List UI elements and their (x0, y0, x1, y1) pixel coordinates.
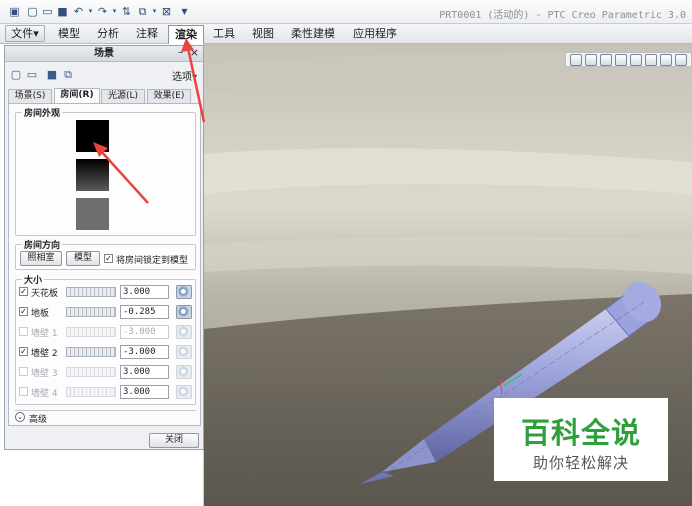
tab-render[interactable]: 渲染 (168, 25, 204, 44)
wall-2-checkbox[interactable]: ✓ (19, 347, 28, 356)
wall-4-slider[interactable] (66, 387, 116, 397)
tab-annotate[interactable]: 注释 (129, 25, 165, 44)
zoom-out-icon[interactable] (600, 54, 612, 66)
datum-display-icon[interactable] (675, 54, 687, 66)
wall-2-value-input[interactable]: -3.000 (120, 345, 169, 359)
room-orientation-group: 房间方向 照相室 模型 ✓ 将房间锁定到模型 (15, 238, 196, 270)
wall-2-slider[interactable] (66, 347, 116, 357)
wall-2-label: 墙壁 2 (31, 349, 58, 359)
tab-view[interactable]: 视图 (245, 25, 281, 44)
room-appearance-swatch-selected[interactable] (76, 120, 109, 152)
ceiling-label: 天花板 (31, 289, 59, 299)
floor-slider[interactable] (66, 307, 116, 317)
new-file-icon[interactable]: ▢ (26, 5, 39, 18)
view-toolbar (565, 52, 692, 67)
ribbon-tabs: 文件▾ 模型 分析 注释 渲染 工具 视图 柔性建模 应用程序 (0, 24, 692, 44)
customize-dropdown-icon[interactable]: ▼ (178, 5, 191, 18)
tab-tools[interactable]: 工具 (206, 25, 242, 44)
room-tab-panel: 房间外观 房间方向 照相室 模型 ✓ 将房间锁定到模型 大小 ✓ 天花板 3.0… (8, 103, 201, 426)
ceiling-checkbox[interactable]: ✓ (19, 287, 28, 296)
wall-4-value-input[interactable]: 3.000 (120, 385, 169, 399)
new-scene-icon[interactable]: ▢ (9, 68, 23, 81)
room-appearance-label: 房间外观 (22, 106, 63, 119)
zoom-in-icon[interactable] (585, 54, 597, 66)
wall-3-slider[interactable] (66, 367, 116, 377)
room-orientation-label: 房间方向 (22, 238, 63, 251)
lock-room-checkbox[interactable]: ✓ (104, 254, 113, 263)
advanced-expander[interactable]: ⌄ 高级 (15, 410, 196, 425)
studio-button[interactable]: 照相室 (20, 251, 62, 266)
watermark-title: 百科全说 (520, 416, 641, 450)
wall-3-value-input[interactable]: 3.000 (120, 365, 169, 379)
wall-4-label: 墙壁 4 (31, 389, 58, 399)
wall-1-checkbox[interactable] (19, 327, 28, 336)
tab-scene[interactable]: 场景(S) (8, 89, 52, 103)
saved-orientations-icon[interactable] (645, 54, 657, 66)
app-menu-icon[interactable]: ▣ (8, 5, 21, 18)
wall-1-slider[interactable] (66, 327, 116, 337)
display-style-icon[interactable] (630, 54, 642, 66)
floor-label: 地板 (31, 309, 50, 319)
wall-3-checkbox[interactable] (19, 367, 28, 376)
wall-4-checkbox[interactable] (19, 387, 28, 396)
size-group: 大小 ✓ 天花板 3.000 ✓ 地板 -0.285 墙壁 1 -3.000 ✓… (15, 273, 196, 405)
watermark-logo: 百科全说 助你轻松解决 (494, 398, 668, 481)
floor-checkbox[interactable]: ✓ (19, 307, 28, 316)
tab-model[interactable]: 模型 (51, 25, 87, 44)
room-appearance-group: 房间外观 (15, 106, 196, 236)
floor-value-input[interactable]: -0.285 (120, 305, 169, 319)
refit-icon[interactable] (570, 54, 582, 66)
wall-1-value-input[interactable]: -3.000 (120, 325, 169, 339)
ceiling-slider[interactable] (66, 287, 116, 297)
room-appearance-swatch-gray[interactable] (76, 198, 109, 230)
title-bar: ▣ ▢ ▭ ■ ↶ ▾ ↷ ▾ ⇅ ⧉ ▾ ⊠ ▼ PRT0001 (活动的) … (0, 0, 692, 24)
tab-flexible-modeling[interactable]: 柔性建模 (285, 25, 341, 44)
watermark-subtitle: 助你轻松解决 (532, 454, 629, 472)
minimize-icon[interactable]: – (178, 47, 183, 58)
tab-analysis[interactable]: 分析 (90, 25, 126, 44)
open-scene-icon[interactable]: ▭ (25, 68, 39, 81)
ceiling-texture-button[interactable] (176, 285, 192, 299)
tab-applications[interactable]: 应用程序 (346, 25, 404, 44)
tab-file[interactable]: 文件▾ (5, 25, 45, 42)
save-scene-icon[interactable]: ■ (45, 68, 59, 81)
close-window-icon[interactable]: ⊠ (160, 5, 173, 18)
options-menu[interactable]: 选项▾ (172, 68, 197, 83)
tab-effects[interactable]: 效果(E) (147, 89, 191, 103)
expand-chevron-icon[interactable]: ⌄ (15, 412, 25, 422)
floor-texture-button[interactable] (176, 305, 192, 319)
view-manager-icon[interactable] (660, 54, 672, 66)
model-button[interactable]: 模型 (66, 251, 100, 266)
wall-1-texture-button[interactable] (176, 325, 192, 339)
repaint-icon[interactable] (615, 54, 627, 66)
wall-2-texture-button[interactable] (176, 345, 192, 359)
tab-room[interactable]: 房间(R) (54, 88, 100, 103)
copy-scene-icon[interactable]: ⧉ (61, 68, 75, 81)
scene-dialog: 场景 – × ▢ ▭ ■ ⧉ 选项▾ 场景(S) 房间(R) 光源(L) 效果(… (4, 45, 204, 450)
window-title: PRT0001 (活动的) - PTC Creo Parametric 3.0 (439, 10, 686, 21)
size-label: 大小 (22, 273, 45, 286)
wall-3-label: 墙壁 3 (31, 369, 58, 379)
wall-4-texture-button[interactable] (176, 385, 192, 399)
wall-3-texture-button[interactable] (176, 365, 192, 379)
room-appearance-swatch-gradient[interactable] (76, 159, 109, 191)
wall-1-label: 墙壁 1 (31, 329, 58, 339)
open-folder-icon[interactable]: ▭ (41, 5, 54, 18)
close-button[interactable]: 关闭 (149, 433, 199, 448)
tab-lights[interactable]: 光源(L) (101, 89, 145, 103)
save-icon[interactable]: ■ (56, 5, 69, 18)
close-icon[interactable]: × (190, 46, 199, 59)
lock-room-label: 将房间锁定到模型 (116, 256, 189, 266)
regenerate-icon[interactable]: ⇅ (120, 5, 133, 18)
advanced-label: 高级 (29, 415, 48, 425)
ceiling-value-input[interactable]: 3.000 (120, 285, 169, 299)
dialog-title: 场景 (5, 46, 203, 62)
